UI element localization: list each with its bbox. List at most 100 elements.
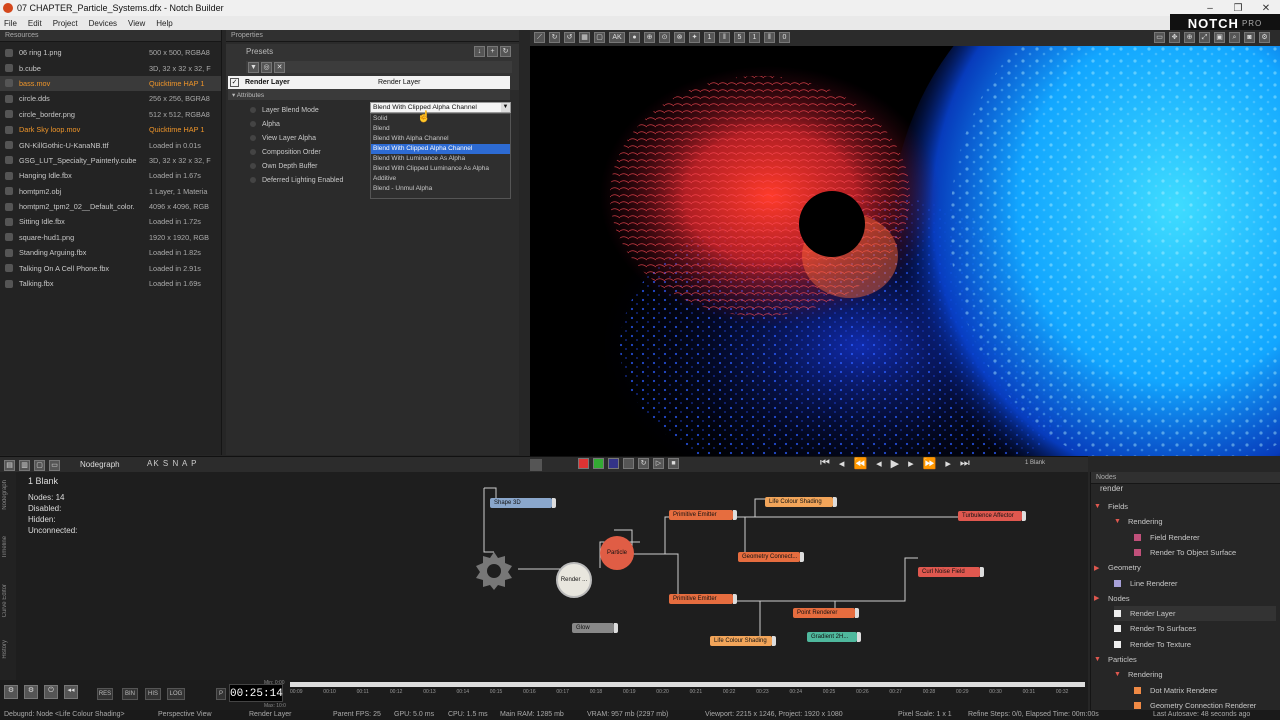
filter-icon[interactable]: ▼: [248, 62, 259, 73]
resource-item[interactable]: Talking On A Cell Phone.fbx Loaded in 2.9…: [0, 260, 221, 275]
node-geometry-connect[interactable]: Geometry Connect...: [738, 552, 804, 562]
expand-arrow-icon[interactable]: ▶: [1094, 594, 1102, 602]
gear-icon[interactable]: [474, 550, 514, 590]
snapshot-icon[interactable]: ◙: [1244, 32, 1255, 43]
nodes-list-item[interactable]: ▼ Rendering: [1114, 667, 1276, 682]
pause-icon[interactable]: ‖: [764, 32, 775, 43]
light-icon[interactable]: ✦: [689, 32, 700, 43]
keyframe-dot-icon[interactable]: [250, 135, 256, 141]
stop-icon[interactable]: ■: [668, 458, 679, 469]
clear-icon[interactable]: ✕: [274, 62, 285, 73]
rotate-icon[interactable]: ↻: [549, 32, 560, 43]
render-layer-row[interactable]: ✓ Render Layer Render Layer: [228, 76, 510, 89]
zoom-icon[interactable]: ⊕: [1184, 32, 1195, 43]
keyframe-dot-icon[interactable]: [250, 163, 256, 169]
blend-option[interactable]: Blend With Alpha Channel: [371, 134, 510, 144]
nodes-list-item[interactable]: ▼ Rendering: [1114, 514, 1276, 529]
menu-project[interactable]: Project: [53, 19, 78, 28]
blend-option[interactable]: Blend With Clipped Alpha Channel: [371, 144, 510, 154]
resource-item[interactable]: Hanging Idle.fbx Loaded in 1.67s: [0, 168, 221, 183]
menu-help[interactable]: Help: [156, 19, 172, 28]
record-icon[interactable]: [578, 458, 589, 469]
node-primitive-emitter[interactable]: Primitive Emitter: [669, 510, 737, 520]
node-curl-noise-field[interactable]: Curl Noise Field: [918, 567, 984, 577]
node-life-colour-shading[interactable]: Life Colour Shading: [710, 636, 776, 646]
enabled-checkbox[interactable]: ✓: [230, 78, 239, 87]
value-5[interactable]: 5: [734, 32, 745, 43]
blend-option[interactable]: Blend: [371, 124, 510, 134]
blend-option[interactable]: Solid: [371, 114, 510, 124]
skip-end-icon[interactable]: ⏭: [960, 457, 970, 470]
attributes-header[interactable]: ▾ Attributes: [228, 89, 510, 100]
resource-item[interactable]: Sitting Idle.fbx Loaded in 1.72s: [0, 214, 221, 229]
green-icon[interactable]: [593, 458, 604, 469]
blend-option[interactable]: Blend With Clipped Luminance As Alpha: [371, 164, 510, 174]
ak-button[interactable]: AK: [609, 32, 625, 43]
screen-icon[interactable]: [623, 458, 634, 469]
resource-item[interactable]: Dark Sky loop.mov Quicktime HAP 1: [0, 122, 221, 137]
resource-item[interactable]: homtpm2.obj 1 Layer, 1 Materia: [0, 184, 221, 199]
back-icon[interactable]: ◂: [876, 457, 882, 470]
particle-node[interactable]: Particle: [600, 536, 634, 570]
nodes-list-item[interactable]: Line Renderer: [1114, 576, 1276, 591]
nodes-list-item[interactable]: Render To Surfaces: [1114, 621, 1276, 636]
resource-item[interactable]: circle_border.png 512 x 512, RGBA8: [0, 107, 221, 122]
side-tab-curve-editor[interactable]: Curve Editor: [2, 584, 14, 617]
keyframe-dot-icon[interactable]: [250, 177, 256, 183]
target-icon[interactable]: ⊙: [659, 32, 670, 43]
nodegraph-tools[interactable]: AK S N A P: [147, 459, 197, 468]
node-glow[interactable]: Glow: [572, 623, 618, 633]
expand-arrow-icon[interactable]: ▼: [1094, 656, 1102, 663]
graph-icon[interactable]: ⟋: [534, 32, 545, 43]
close-button[interactable]: ✕: [1252, 3, 1280, 14]
log-button[interactable]: LOG: [167, 688, 185, 700]
value-0[interactable]: 0: [779, 32, 790, 43]
resource-item[interactable]: GN-KillGothic-U-KanaNB.ttf Loaded in 0.01…: [0, 137, 221, 152]
blend-option[interactable]: Additive: [371, 174, 510, 184]
prev-frame-icon[interactable]: ◂: [839, 457, 845, 470]
grid-icon[interactable]: ▦: [579, 32, 590, 43]
blend-option[interactable]: Blend With Luminance As Alpha: [371, 154, 510, 164]
snap-icon[interactable]: ⊕: [644, 32, 655, 43]
resource-item[interactable]: 06 ring 1.png 500 x 500, RGBA8: [0, 45, 221, 60]
fit-icon[interactable]: ⤢: [1199, 32, 1210, 43]
nodes-list-item[interactable]: Render Layer: [1114, 606, 1276, 622]
nodes-list-item[interactable]: ▼ Fields: [1094, 499, 1276, 514]
maximize-button[interactable]: ❐: [1224, 3, 1252, 14]
resource-item[interactable]: Standing Arguing.fbx Loaded in 1.82s: [0, 245, 221, 260]
download-icon[interactable]: ↓: [474, 46, 485, 57]
target-icon[interactable]: ◎: [261, 62, 272, 73]
undo-icon[interactable]: ↺: [564, 32, 575, 43]
nodes-list-item[interactable]: Render To Texture: [1114, 637, 1276, 652]
resource-item[interactable]: homtpm2_tpm2_02__Default_color. 4096 x 40…: [0, 199, 221, 214]
play-range-icon[interactable]: ▷: [653, 458, 664, 469]
side-tab-nodegraph[interactable]: Nodegraph: [2, 480, 14, 510]
node-gradient-2h[interactable]: Gradient 2H...: [807, 632, 861, 642]
pin-button[interactable]: P: [216, 688, 226, 700]
blue-icon[interactable]: [608, 458, 619, 469]
resource-item[interactable]: square-hud1.png 1920 x 1920, RGB: [0, 230, 221, 245]
rewind-icon[interactable]: ⏪: [853, 457, 867, 470]
menu-edit[interactable]: Edit: [28, 19, 42, 28]
collapse-arrow-icon[interactable]: ▼: [1114, 518, 1122, 525]
chevron-down-icon[interactable]: ▼: [501, 103, 510, 112]
render-node[interactable]: Render ...: [556, 562, 592, 598]
nodes-search-input[interactable]: render: [1100, 484, 1275, 496]
crop-icon[interactable]: ▢: [594, 32, 605, 43]
add-icon[interactable]: +: [487, 46, 498, 57]
nodes-list-item[interactable]: Dot Matrix Renderer: [1134, 683, 1276, 698]
play-icon[interactable]: ▶: [891, 457, 899, 470]
nodes-list-item[interactable]: ▼ Particles: [1094, 652, 1276, 667]
search-icon[interactable]: ⌕: [1229, 32, 1240, 43]
camera-icon[interactable]: ●: [629, 32, 640, 43]
resource-item[interactable]: GSG_LUT_Specialty_Painterly.cube 3D, 32 x…: [0, 153, 221, 168]
tool-icon[interactable]: ⚙: [24, 685, 38, 699]
blend-option[interactable]: Blend - Unmul Alpha: [371, 184, 510, 194]
value-1[interactable]: 1: [704, 32, 715, 43]
nodes-list-item[interactable]: Field Renderer: [1134, 530, 1276, 545]
keyframe-dot-icon[interactable]: [250, 107, 256, 113]
refresh-icon[interactable]: ↻: [500, 46, 511, 57]
next-frame-icon[interactable]: ▸: [945, 457, 951, 470]
node-primitive-emitter[interactable]: Primitive Emitter: [669, 594, 737, 604]
resource-item[interactable]: bass.mov Quicktime HAP 1: [0, 75, 221, 92]
